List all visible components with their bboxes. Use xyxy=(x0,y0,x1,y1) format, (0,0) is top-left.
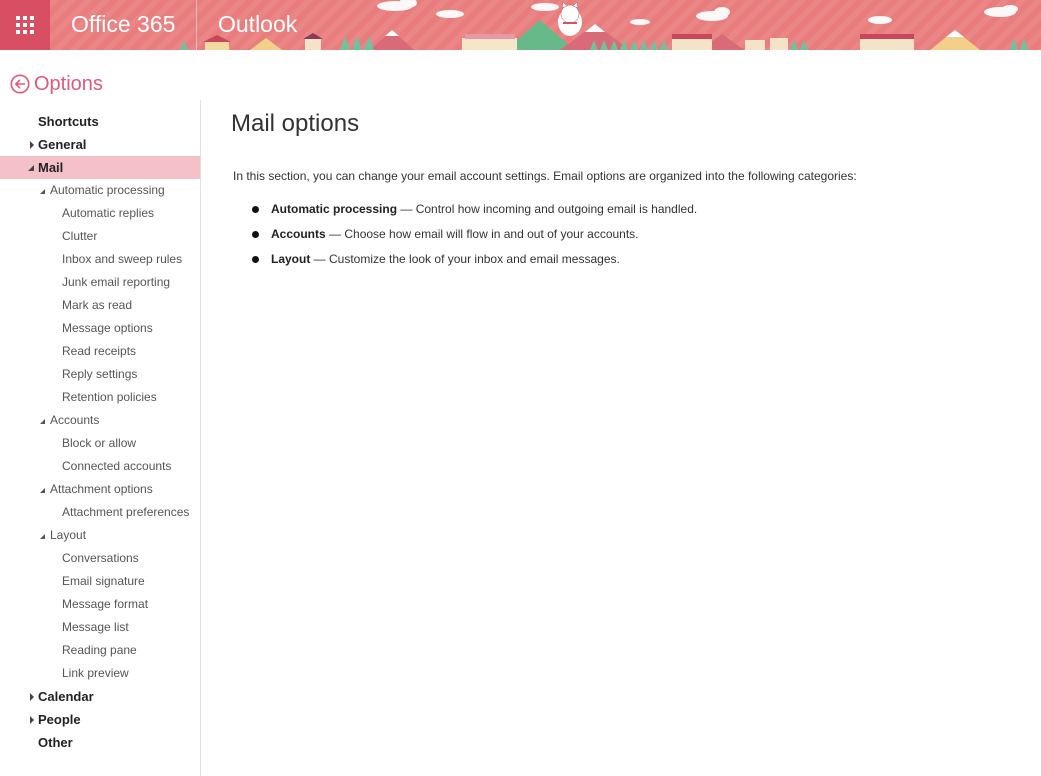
category-list: Automatic processing — Control how incom… xyxy=(249,201,697,276)
nav-item-general[interactable]: General xyxy=(0,133,200,156)
nav-item-retention-policies[interactable]: Retention policies xyxy=(0,386,200,409)
collapse-down-triangle-icon[interactable] xyxy=(39,486,47,494)
nav-item-message-options[interactable]: Message options xyxy=(0,317,200,340)
expand-right-triangle-icon[interactable] xyxy=(28,141,36,149)
outlook-app-link[interactable]: Outlook xyxy=(218,11,297,38)
nav-item-layout[interactable]: Layout xyxy=(0,524,200,547)
nav-item-reading-pane[interactable]: Reading pane xyxy=(0,639,200,662)
category-term: Automatic processing xyxy=(271,202,398,216)
list-item: Accounts — Choose how email will flow in… xyxy=(249,226,697,251)
collapse-down-triangle-icon[interactable] xyxy=(39,417,47,425)
nav-item-block-or-allow[interactable]: Block or allow xyxy=(0,432,200,455)
options-back-button[interactable]: Options xyxy=(10,72,103,96)
nav-item-clutter[interactable]: Clutter xyxy=(0,225,200,248)
nav-item-email-signature[interactable]: Email signature xyxy=(0,570,200,593)
app-launcher-waffle-icon[interactable] xyxy=(0,0,50,50)
category-description: — Control how incoming and outgoing emai… xyxy=(397,202,698,216)
intro-text: In this section, you can change your ema… xyxy=(233,169,857,183)
header-divider xyxy=(196,0,197,50)
bullet-dot-icon xyxy=(252,206,259,213)
category-term: Accounts xyxy=(271,227,326,241)
collapse-down-triangle-icon[interactable] xyxy=(39,532,47,540)
list-item: Automatic processing — Control how incom… xyxy=(249,201,697,226)
nav-item-automatic-replies[interactable]: Automatic replies xyxy=(0,202,200,225)
nav-item-conversations[interactable]: Conversations xyxy=(0,547,200,570)
nav-item-reply-settings[interactable]: Reply settings xyxy=(0,363,200,386)
nav-item-link-preview[interactable]: Link preview xyxy=(0,662,200,685)
nav-item-mail[interactable]: Mail xyxy=(0,156,200,179)
nav-divider xyxy=(200,100,201,776)
nav-item-other[interactable]: Other xyxy=(0,731,200,754)
nav-item-shortcuts[interactable]: Shortcuts xyxy=(0,110,200,133)
page-title: Mail options xyxy=(231,110,360,137)
options-navigation: Shortcuts General Mail Automatic process… xyxy=(0,110,200,754)
bullet-dot-icon xyxy=(252,231,259,238)
collapse-down-triangle-icon[interactable] xyxy=(39,187,47,195)
nav-item-people[interactable]: People xyxy=(0,708,200,731)
nav-item-message-list[interactable]: Message list xyxy=(0,616,200,639)
back-arrow-icon xyxy=(10,74,30,94)
nav-item-read-receipts[interactable]: Read receipts xyxy=(0,340,200,363)
expand-right-triangle-icon[interactable] xyxy=(28,693,36,701)
category-term: Layout xyxy=(271,252,311,266)
nav-item-mark-as-read[interactable]: Mark as read xyxy=(0,294,200,317)
main-content: Mail options In this section, you can ch… xyxy=(231,108,1011,266)
office365-brand-link[interactable]: Office 365 xyxy=(71,11,175,38)
bullet-dot-icon xyxy=(252,256,259,263)
nav-item-attachment-options[interactable]: Attachment options xyxy=(0,478,200,501)
nav-item-junk-email-reporting[interactable]: Junk email reporting xyxy=(0,271,200,294)
category-description: — Choose how email will flow in and out … xyxy=(325,227,639,241)
nav-item-automatic-processing[interactable]: Automatic processing xyxy=(0,179,200,202)
nav-item-message-format[interactable]: Message format xyxy=(0,593,200,616)
top-bar: Office 365 Outlook xyxy=(0,0,1041,50)
expand-right-triangle-icon[interactable] xyxy=(28,716,36,724)
nav-item-accounts[interactable]: Accounts xyxy=(0,409,200,432)
nav-item-attachment-preferences[interactable]: Attachment preferences xyxy=(0,501,200,524)
nav-item-inbox-sweep-rules[interactable]: Inbox and sweep rules xyxy=(0,248,200,271)
category-description: — Customize the look of your inbox and e… xyxy=(310,252,620,266)
nav-item-connected-accounts[interactable]: Connected accounts xyxy=(0,455,200,478)
list-item: Layout — Customize the look of your inbo… xyxy=(249,251,697,276)
collapse-down-triangle-icon[interactable] xyxy=(28,164,36,172)
options-title: Options xyxy=(34,72,103,95)
nav-item-calendar[interactable]: Calendar xyxy=(0,685,200,708)
